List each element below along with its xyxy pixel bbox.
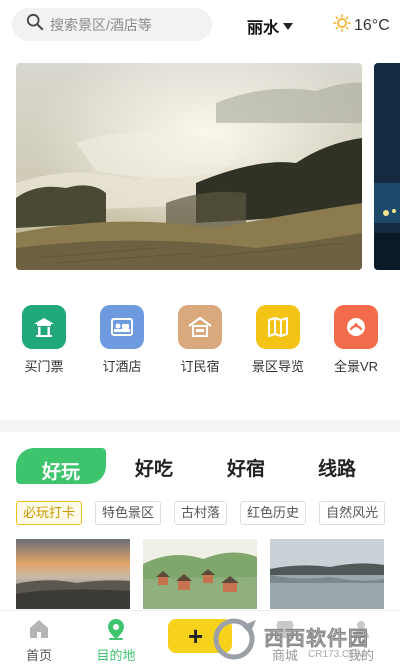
watermark-url: CR173.COM (308, 649, 366, 660)
buy-ticket-entry[interactable]: 买门票 (12, 305, 76, 375)
spot-image-painted-village (143, 539, 257, 609)
spot-image-sunset-sea-of-clouds (16, 539, 130, 609)
sun-icon (333, 14, 354, 37)
chip-natural-scenery[interactable]: 自然风光 (319, 501, 386, 525)
weather-widget: 16°C (333, 14, 390, 37)
chip-red-history[interactable]: 红色历史 (240, 501, 307, 525)
banner-image (16, 63, 362, 270)
nav-destination-label: 目的地 (96, 648, 136, 663)
section-divider (0, 420, 400, 432)
chip-must-visit[interactable]: 必玩打卡 (16, 501, 83, 525)
quick-entry-grid: 买门票 订酒店 订民宿 景区导览 全景VR (0, 305, 400, 385)
ticket-pavilion-icon (22, 305, 66, 349)
category-tabs: 好玩 好吃 好宿 线路 (0, 448, 400, 488)
spot-card-3[interactable] (270, 539, 384, 609)
scenic-guide-label: 景区导览 (251, 359, 304, 374)
book-hotel-label: 订酒店 (102, 359, 142, 374)
book-homestay-entry[interactable]: 订民宿 (168, 305, 232, 375)
temperature: 16°C (354, 16, 390, 34)
location-pin-icon (108, 619, 124, 640)
tab-stay[interactable]: 好宿 (227, 454, 265, 481)
tab-routes[interactable]: 线路 (318, 454, 356, 481)
filter-chips: 必玩打卡 特色景区 古村落 红色历史 自然风光 (16, 501, 386, 525)
home-icon (30, 620, 48, 638)
hotel-bed-icon (100, 305, 144, 349)
scenic-guide-entry[interactable]: 景区导览 (246, 305, 310, 375)
nav-destination[interactable]: 目的地 (86, 617, 146, 664)
banner-next-peek (374, 63, 400, 270)
book-homestay-label: 订民宿 (180, 359, 220, 374)
nav-home[interactable]: 首页 (9, 617, 69, 664)
spot-card-1[interactable] (16, 539, 130, 609)
plus-icon: + (188, 620, 204, 651)
buy-ticket-label: 买门票 (24, 359, 64, 374)
panorama-vr-entry[interactable]: 全景VR (324, 305, 388, 375)
tab-fun-label: 好玩 (41, 462, 80, 483)
search-icon (26, 13, 44, 36)
panorama-vr-label: 全景VR (333, 359, 379, 374)
map-guide-icon (256, 305, 300, 349)
book-hotel-entry[interactable]: 订酒店 (90, 305, 154, 375)
homestay-house-icon (178, 305, 222, 349)
chip-featured-scenic[interactable]: 特色景区 (95, 501, 162, 525)
tab-food[interactable]: 好吃 (135, 454, 173, 481)
vr-panorama-icon (334, 305, 378, 349)
city-selector[interactable]: 丽水 (247, 14, 294, 38)
city-name: 丽水 (247, 20, 280, 37)
top-bar: 丽水 16°C (0, 0, 400, 50)
search-bar[interactable] (12, 8, 212, 41)
tab-fun[interactable]: 好玩 (16, 448, 106, 484)
spot-card-2[interactable] (143, 539, 257, 609)
nav-home-label: 首页 (25, 648, 52, 663)
banner-carousel[interactable] (16, 63, 362, 270)
spot-image-lake-reflection (270, 539, 384, 609)
chip-ancient-village[interactable]: 古村落 (174, 501, 228, 525)
site-watermark: 西西软件园 CR173.COM (212, 614, 398, 664)
chevron-down-icon (283, 22, 294, 30)
watermark-logo-icon (213, 618, 256, 660)
app-screen: 丽水 16°C (0, 0, 400, 666)
watermark-text: 西西软件园 (264, 628, 369, 651)
search-input[interactable] (50, 16, 200, 33)
